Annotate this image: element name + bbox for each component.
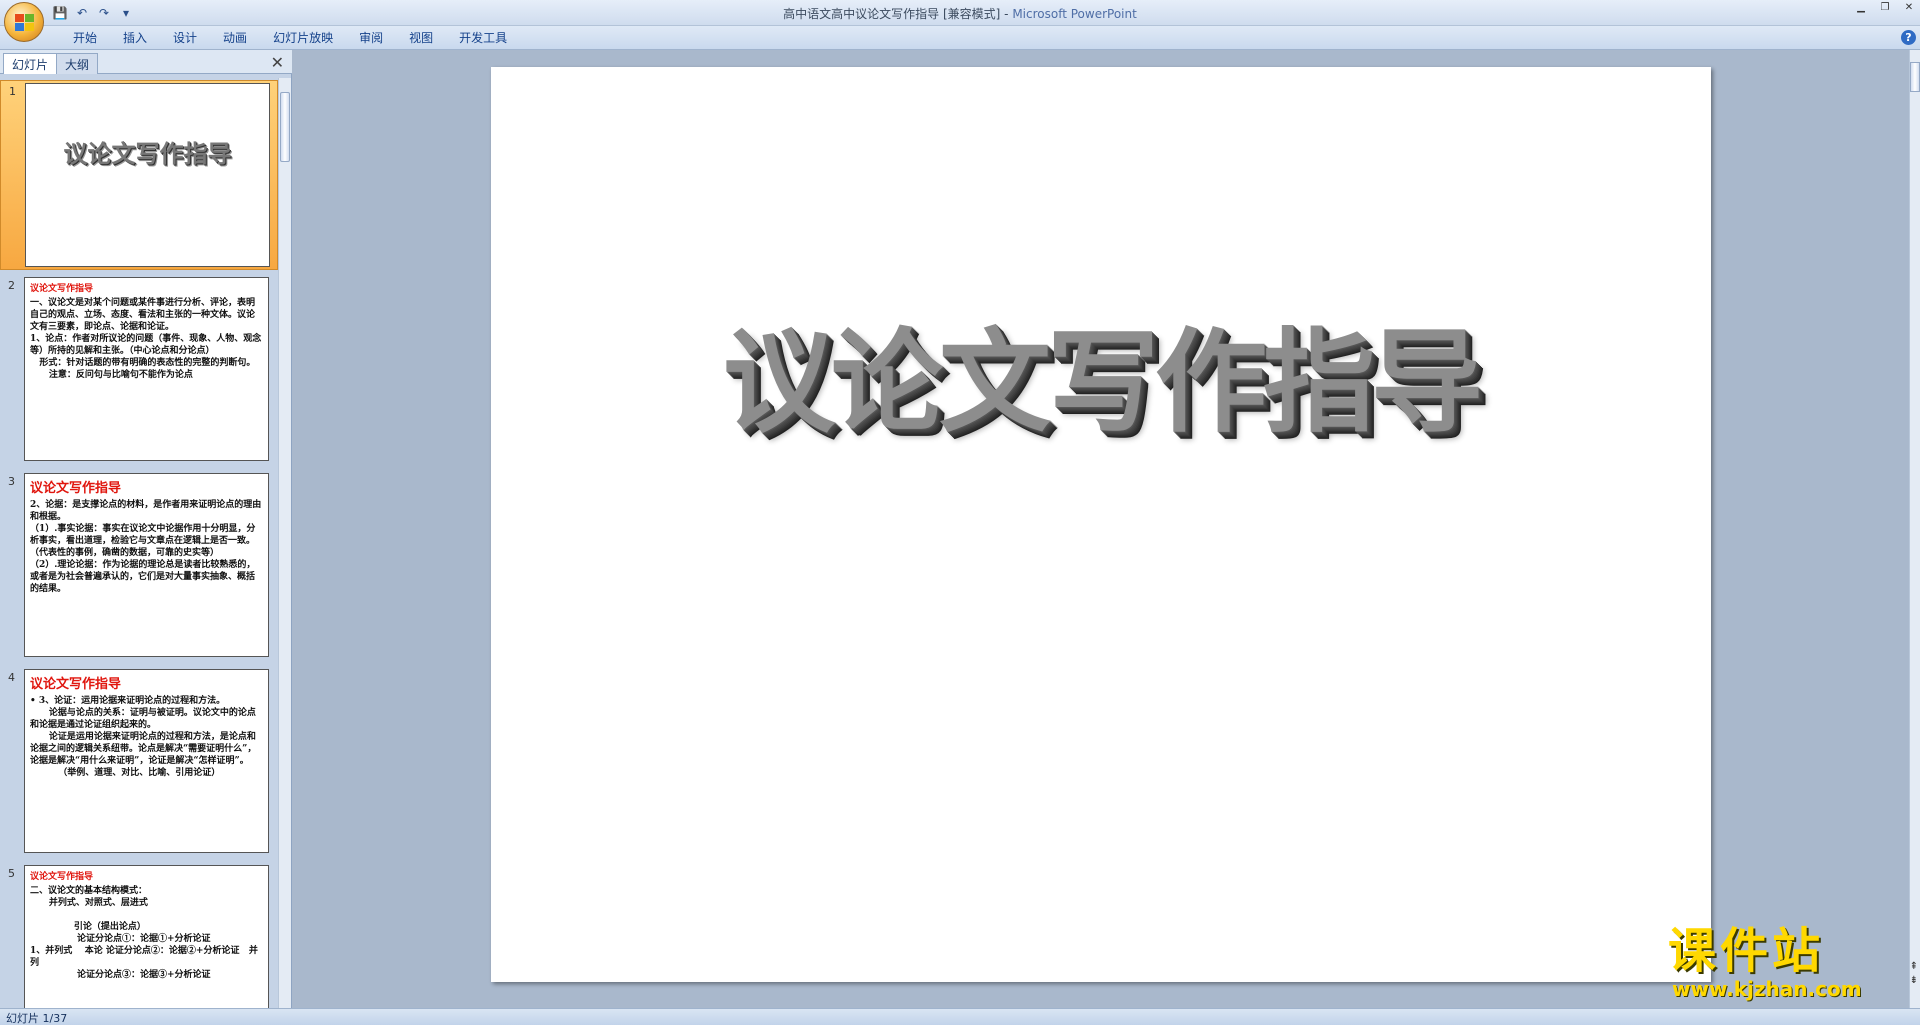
slide-thumbnail-5[interactable]: 议论文写作指导 二、议论文的基本结构模式： 并列式、对照式、层进式 引论（提出论… [24, 865, 269, 1008]
document-title: 高中语文高中议论文写作指导 [兼容模式] [783, 7, 1001, 21]
title-separator: - [1000, 7, 1013, 21]
help-icon[interactable]: ? [1901, 30, 1916, 45]
thumbnail-row-1[interactable]: 1 议论文写作指导 [0, 80, 278, 270]
next-slide-icon[interactable]: ⇟ [1910, 974, 1918, 988]
thumbnail-title: 议论文写作指导 [30, 481, 122, 496]
tab-developer[interactable]: 开发工具 [446, 30, 520, 46]
thumbnail-body: 一、议论文是对某个问题或某件事进行分析、评论，表明自己的观点、立场、态度、看法和… [30, 298, 262, 380]
thumbnail-list: 1 议论文写作指导 2 议论文写作指导 一、议论文是对某个问题或某件事进行分析、… [0, 78, 278, 1008]
current-slide[interactable]: 议论文写作指导 [491, 67, 1711, 982]
scrollbar-thumb[interactable] [280, 92, 290, 162]
minimize-icon[interactable]: ▁ [1854, 2, 1868, 13]
thumbnail-row-2[interactable]: 2 议论文写作指导 一、议论文是对某个问题或某件事进行分析、评论，表明自己的观点… [0, 275, 278, 465]
slide-thumbnail-3[interactable]: 议论文写作指导 2、论据：是支撑论点的材料，是作者用来证明论点的理由和根据。 （… [24, 473, 269, 657]
office-logo-icon [15, 14, 35, 32]
ribbon: 开始 插入 设计 动画 幻灯片放映 审阅 视图 开发工具 ? [0, 26, 1920, 50]
close-pane-icon[interactable]: ✕ [271, 53, 284, 72]
pane-tabs: 幻灯片 大纲 ✕ [0, 50, 292, 74]
watermark-url: www.kjzhan.com [1672, 977, 1862, 1001]
thumbnail-body: • 3、论证：运用论据来证明论点的过程和方法。 论据与论点的关系：证明与被证明。… [30, 696, 257, 778]
window-title: 高中语文高中议论文写作指导 [兼容模式] - Microsoft PowerPo… [0, 5, 1920, 22]
thumbnail-number: 4 [8, 671, 15, 684]
thumbnail-number: 3 [8, 475, 15, 488]
office-button[interactable] [4, 2, 44, 42]
tab-review[interactable]: 审阅 [346, 30, 396, 46]
thumbnail-scrollbar[interactable] [278, 78, 291, 1008]
restore-icon[interactable]: ❐ [1878, 2, 1892, 13]
thumbnail-number: 1 [9, 85, 16, 98]
watermark-name: 课件站 [1668, 923, 1825, 979]
tab-home[interactable]: 开始 [60, 30, 110, 46]
slide-nav-arrows[interactable]: ⇞ ⇟ [1910, 960, 1918, 988]
thumbnail-title: 议论文写作指导 [30, 677, 122, 692]
thumbnail-body: 2、论据：是支撑论点的材料，是作者用来证明论点的理由和根据。 （1）.事实论据：… [30, 500, 262, 594]
editor-scrollbar[interactable]: ⇞ ⇟ [1909, 50, 1920, 1008]
tab-slideshow[interactable]: 幻灯片放映 [260, 30, 346, 46]
thumbnail-row-5[interactable]: 5 议论文写作指导 二、议论文的基本结构模式： 并列式、对照式、层进式 引论（提… [0, 863, 278, 1008]
thumbnail-body: 二、议论文的基本结构模式： 并列式、对照式、层进式 引论（提出论点） 论证分论点… [30, 886, 258, 980]
scrollbar-thumb[interactable] [1910, 62, 1920, 92]
tab-animations[interactable]: 动画 [210, 30, 260, 46]
thumbnail-title: 议论文写作指导 [30, 284, 94, 294]
slide-thumbnail-2[interactable]: 议论文写作指导 一、议论文是对某个问题或某件事进行分析、评论，表明自己的观点、立… [24, 277, 269, 461]
slide-thumbnail-1[interactable]: 议论文写作指导 [25, 83, 270, 267]
thumbnail-title: 议论文写作指导 [63, 139, 232, 168]
tab-outline[interactable]: 大纲 [56, 53, 99, 74]
ribbon-tabs: 开始 插入 设计 动画 幻灯片放映 审阅 视图 开发工具 [60, 30, 520, 46]
tab-insert[interactable]: 插入 [110, 30, 160, 46]
app-name: Microsoft PowerPoint [1012, 7, 1137, 21]
thumbnail-number: 2 [8, 279, 15, 292]
thumbnail-row-4[interactable]: 4 议论文写作指导 • 3、论证：运用论据来证明论点的过程和方法。 论据与论点的… [0, 667, 278, 857]
slide-thumbnail-4[interactable]: 议论文写作指导 • 3、论证：运用论据来证明论点的过程和方法。 论据与论点的关系… [24, 669, 269, 853]
tab-view[interactable]: 视图 [396, 30, 446, 46]
status-bar: 幻灯片 1/37 [0, 1008, 1920, 1025]
window-controls: ▁ ❐ ✕ [1854, 2, 1916, 13]
previous-slide-icon[interactable]: ⇞ [1910, 960, 1918, 974]
tab-design[interactable]: 设计 [160, 30, 210, 46]
tab-slides[interactable]: 幻灯片 [3, 53, 58, 74]
slide-title[interactable]: 议论文写作指导 [491, 292, 1711, 454]
slide-counter: 幻灯片 1/37 [6, 1012, 68, 1025]
thumbnail-title: 议论文写作指导 [30, 872, 94, 882]
close-icon[interactable]: ✕ [1902, 2, 1916, 13]
thumbnail-number: 5 [8, 867, 15, 880]
thumbnail-row-3[interactable]: 3 议论文写作指导 2、论据：是支撑论点的材料，是作者用来证明论点的理由和根据。… [0, 471, 278, 661]
slide-editor: 议论文写作指导 [297, 50, 1900, 1008]
slides-pane: 幻灯片 大纲 ✕ 1 议论文写作指导 2 议论文写作指导 一、议论文是对某个问题… [0, 50, 292, 1008]
watermark-logo: 课件站 www.kjzhan.com [1668, 925, 1898, 1005]
title-bar: 💾 ↶ ↷ ▾ 高中语文高中议论文写作指导 [兼容模式] - Microsoft… [0, 0, 1920, 26]
